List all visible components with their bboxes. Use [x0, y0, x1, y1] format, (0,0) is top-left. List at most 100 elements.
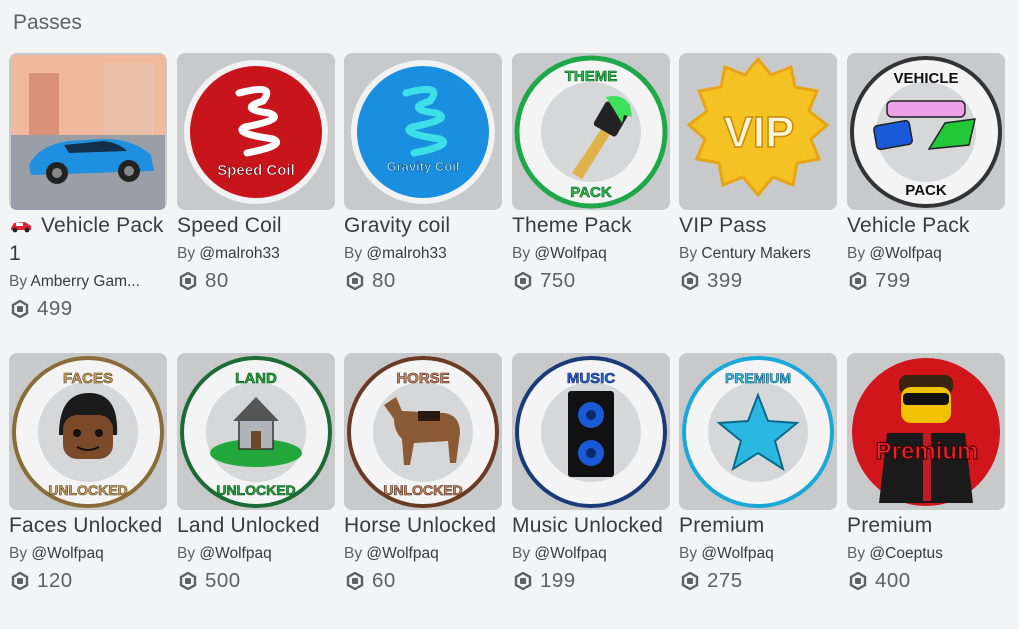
price-amount: 275	[707, 569, 743, 592]
badge-top: LAND	[235, 370, 277, 387]
pass-thumbnail[interactable]: VEHICLE PACK	[847, 53, 1005, 210]
pass-name[interactable]: Land Unlocked	[177, 512, 335, 540]
car-icon	[11, 222, 31, 233]
pass-thumbnail[interactable]: HORSE UNLOCKED	[344, 353, 502, 510]
by-label: By	[9, 273, 28, 290]
badge-top: VEHICLE	[893, 70, 958, 87]
robux-icon	[179, 272, 197, 290]
pass-name[interactable]: Theme Pack	[512, 212, 670, 240]
pass-card[interactable]: Gravity Coil Gravity coil By @malroh33 8…	[344, 53, 502, 294]
pass-card[interactable]: Premium Premium By @Coeptus 400	[847, 353, 1005, 594]
robux-icon	[346, 572, 364, 590]
by-label: By	[847, 245, 866, 262]
price-amount: 500	[205, 569, 241, 592]
house-icon: LAND UNLOCKED	[180, 356, 332, 508]
pass-card[interactable]: Speed Coil Speed Coil By @malroh33 80	[177, 53, 335, 294]
robux-icon	[514, 272, 532, 290]
pass-card[interactable]: FACES UNLOCKED Faces Unlocked By @Wolfpa…	[9, 353, 167, 594]
creator-link[interactable]: Amberry Gam...	[31, 273, 140, 290]
pass-name[interactable]: Premium	[679, 512, 837, 540]
vehicles-icon: VEHICLE PACK	[850, 56, 1002, 208]
price-amount: 750	[540, 269, 576, 292]
price-row: 500	[177, 568, 335, 594]
price-amount: 400	[875, 569, 911, 592]
pass-thumbnail[interactable]: VIP	[679, 53, 837, 210]
pass-name[interactable]: Vehicle Pack 1	[9, 212, 167, 268]
by-label: By	[679, 245, 698, 262]
pass-thumbnail[interactable]	[9, 53, 167, 210]
creator-line: By Century Makers	[679, 243, 833, 265]
pass-name[interactable]: Horse Unlocked	[344, 512, 502, 540]
creator-line: By @Coeptus	[847, 543, 1001, 565]
badge-top: THEME	[565, 68, 618, 85]
pass-name[interactable]: Music Unlocked	[512, 512, 670, 540]
creator-line: By @Wolfpaq	[344, 543, 498, 565]
creator-link[interactable]: @Wolfpaq	[199, 545, 271, 562]
creator-link[interactable]: @Wolfpaq	[701, 545, 773, 562]
creator-link[interactable]: @malroh33	[199, 245, 279, 262]
by-label: By	[9, 545, 28, 562]
badge-top: FACES	[63, 370, 113, 387]
robux-icon	[11, 300, 29, 318]
pass-name[interactable]: Premium	[847, 512, 1005, 540]
pass-thumbnail[interactable]: FACES UNLOCKED	[9, 353, 167, 510]
pass-thumbnail[interactable]: MUSIC	[512, 353, 670, 510]
pass-card[interactable]: HORSE UNLOCKED Horse Unlocked By @Wolfpa…	[344, 353, 502, 594]
pass-thumbnail[interactable]: THEME PACK	[512, 53, 670, 210]
price-amount: 399	[707, 269, 743, 292]
badge-bottom: PACK	[905, 182, 947, 199]
by-label: By	[512, 245, 531, 262]
creator-link[interactable]: @Wolfpaq	[534, 245, 606, 262]
pass-card[interactable]: MUSIC Music Unlocked By @Wolfpaq 199	[512, 353, 670, 594]
price-row: 499	[9, 296, 167, 322]
pass-thumbnail[interactable]: Speed Coil	[177, 53, 335, 210]
robux-icon	[11, 572, 29, 590]
creator-link[interactable]: @Wolfpaq	[869, 245, 941, 262]
creator-link[interactable]: @malroh33	[366, 245, 446, 262]
vip-badge-icon: VIP	[686, 56, 830, 198]
price-amount: 120	[37, 569, 73, 592]
creator-line: By @Wolfpaq	[679, 543, 833, 565]
price-amount: 199	[540, 569, 576, 592]
price-amount: 799	[875, 269, 911, 292]
speed-coil-icon: Speed Coil	[184, 60, 328, 204]
price-row: 60	[344, 568, 502, 594]
price-row: 399	[679, 268, 837, 294]
pass-name[interactable]: Faces Unlocked	[9, 512, 167, 540]
by-label: By	[344, 245, 363, 262]
robux-icon	[514, 572, 532, 590]
price-row: 400	[847, 568, 1005, 594]
pass-name[interactable]: Gravity coil	[344, 212, 502, 240]
creator-line: By @Wolfpaq	[177, 543, 331, 565]
creator-link[interactable]: @Wolfpaq	[31, 545, 103, 562]
price-amount: 80	[372, 269, 396, 292]
pass-card[interactable]: THEME PACK Theme Pack By @Wolfpaq 750	[512, 53, 670, 294]
pass-thumbnail[interactable]: Gravity Coil	[344, 53, 502, 210]
pass-card[interactable]: VIP VIP Pass By Century Makers 399	[679, 53, 837, 294]
creator-link[interactable]: @Wolfpaq	[534, 545, 606, 562]
pass-card[interactable]: Vehicle Pack 1 By Amberry Gam... 499	[9, 53, 167, 322]
creator-link[interactable]: @Wolfpaq	[366, 545, 438, 562]
creator-link[interactable]: Century Makers	[701, 245, 810, 262]
pass-name[interactable]: Vehicle Pack	[847, 212, 1005, 240]
pass-name[interactable]: Speed Coil	[177, 212, 335, 240]
creator-line: By @malroh33	[177, 243, 331, 265]
creator-link[interactable]: @Coeptus	[869, 545, 942, 562]
by-label: By	[679, 545, 698, 562]
creator-line: By @Wolfpaq	[9, 543, 163, 565]
price-row: 80	[344, 268, 502, 294]
thumbnail-badge: Premium	[876, 438, 979, 465]
pass-card[interactable]: VEHICLE PACK Vehicle Pack By @Wolfpaq 79…	[847, 53, 1005, 294]
pass-card[interactable]: LAND UNLOCKED Land Unlocked By @Wolfpaq …	[177, 353, 335, 594]
pass-thumbnail[interactable]: LAND UNLOCKED	[177, 353, 335, 510]
speaker-icon: MUSIC	[515, 356, 667, 508]
badge-bottom: UNLOCKED	[383, 482, 462, 498]
pass-card[interactable]: PREMIUM Premium By @Wolfpaq 275	[679, 353, 837, 594]
robux-icon	[681, 272, 699, 290]
pass-name[interactable]: VIP Pass	[679, 212, 837, 240]
pass-thumbnail[interactable]: PREMIUM	[679, 353, 837, 510]
robux-icon	[849, 272, 867, 290]
thumbnail-badge: Gravity Coil	[387, 159, 460, 174]
robux-icon	[849, 572, 867, 590]
pass-thumbnail[interactable]: Premium	[847, 353, 1005, 510]
